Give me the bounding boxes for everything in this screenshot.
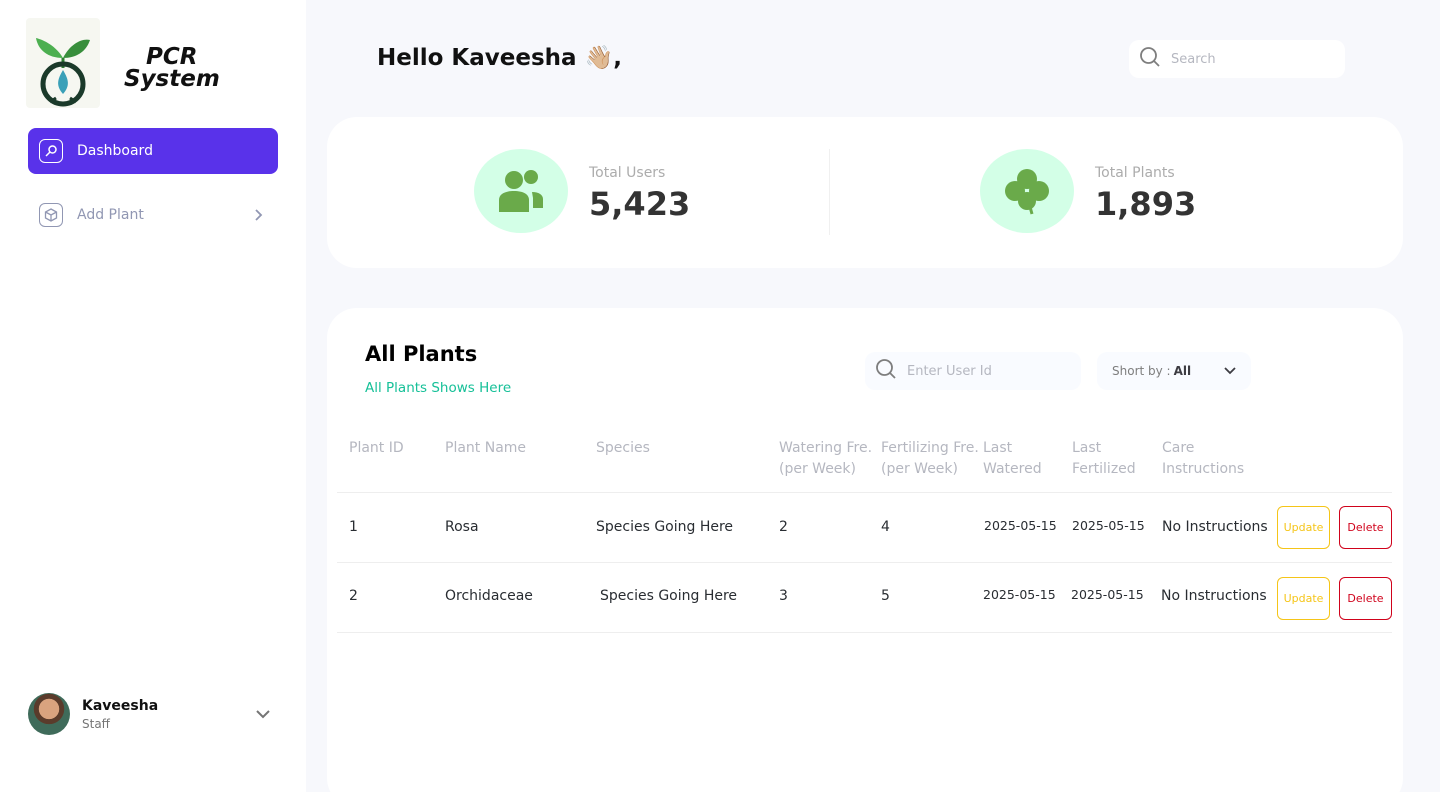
sort-label: Short by : [1112, 364, 1171, 378]
brand-line-1: PCR [146, 44, 198, 70]
brand-line-2: System [124, 66, 220, 92]
sort-dropdown[interactable]: Short by : All [1097, 352, 1251, 390]
key-icon [39, 139, 63, 163]
col-header-plant-id: Plant ID [349, 440, 404, 456]
delete-button[interactable]: Delete [1339, 506, 1392, 549]
cell-fertilizing: 5 [881, 588, 890, 604]
update-button[interactable]: Update [1277, 577, 1330, 620]
sort-value: All [1173, 364, 1192, 378]
total-users-value: 5,423 [589, 185, 691, 223]
user-profile[interactable]: Kaveesha Staff [28, 692, 278, 736]
total-plants-label: Total Plants [1095, 165, 1175, 181]
chevron-down-icon [1223, 364, 1237, 381]
cell-watering: 2 [779, 519, 788, 535]
top-search-input[interactable] [1171, 51, 1321, 67]
clover-icon [980, 149, 1074, 233]
total-plants-value: 1,893 [1095, 185, 1197, 223]
stats-divider [829, 149, 830, 235]
cell-plant-id: 1 [349, 519, 358, 535]
nav-add-plant[interactable]: Add Plant [28, 192, 278, 238]
col-header-last-fertilized: Last Fertilized [1072, 440, 1136, 477]
cell-plant-id: 2 [349, 588, 358, 604]
cell-care-instructions: No Instructions [1162, 519, 1268, 535]
users-icon [474, 149, 568, 233]
cell-last-fertilized: 2025-05-15 [1072, 518, 1145, 533]
col-header-watering: Watering Fre. (per Week) [779, 440, 873, 477]
total-users-label: Total Users [589, 165, 666, 181]
cell-last-watered: 2025-05-15 [984, 518, 1057, 533]
user-id-search-box[interactable] [865, 352, 1081, 390]
search-icon [1139, 46, 1161, 72]
cell-watering: 3 [779, 588, 788, 604]
cell-fertilizing: 4 [881, 519, 890, 535]
sidebar: PCR System Dashboard Add Plant Kaveesha … [0, 0, 306, 792]
cell-plant-name: Orchidaceae [445, 588, 533, 604]
avatar [28, 693, 70, 735]
brand-name: PCR System [124, 44, 220, 92]
col-header-plant-name: Plant Name [445, 440, 527, 456]
col-header-last-watered: Last Watered [983, 440, 1042, 477]
plant-logo-icon [26, 18, 100, 108]
delete-button[interactable]: Delete [1339, 577, 1392, 620]
col-header-fertilizing: Fertilizing Fre. (per Week) [881, 440, 979, 477]
profile-name: Kaveesha [82, 697, 159, 714]
chevron-right-icon [250, 207, 266, 227]
table-divider [337, 562, 1392, 563]
chevron-down-icon[interactable] [254, 705, 272, 727]
search-icon [875, 358, 897, 384]
nav-add-plant-label: Add Plant [77, 207, 144, 223]
cell-species: Species Going Here [600, 588, 738, 604]
cell-last-fertilized: 2025-05-15 [1071, 587, 1144, 602]
cell-care-instructions: No Instructions [1161, 588, 1267, 604]
cell-species: Species Going Here [596, 519, 734, 535]
top-search-box[interactable] [1129, 40, 1345, 78]
cell-last-watered: 2025-05-15 [983, 587, 1056, 602]
cell-plant-name: Rosa [445, 519, 479, 535]
all-plants-card: All Plants All Plants Shows Here Short b… [327, 308, 1403, 792]
all-plants-title: All Plants [365, 342, 478, 366]
nav-dashboard[interactable]: Dashboard [28, 128, 278, 174]
col-header-care: Care Instructions [1162, 440, 1245, 477]
table-divider [337, 632, 1392, 633]
table-divider [337, 492, 1392, 493]
profile-role: Staff [82, 716, 110, 731]
update-button[interactable]: Update [1277, 506, 1330, 549]
nav-dashboard-label: Dashboard [77, 143, 153, 159]
box-icon [39, 203, 63, 227]
col-header-species: Species [596, 440, 650, 456]
stats-card: Total Users 5,423 Total Plants 1,893 [327, 117, 1403, 268]
user-id-search-input[interactable] [907, 363, 1057, 379]
all-plants-subtitle: All Plants Shows Here [365, 380, 512, 396]
greeting-heading: Hello Kaveesha 👋🏼, [377, 45, 622, 71]
